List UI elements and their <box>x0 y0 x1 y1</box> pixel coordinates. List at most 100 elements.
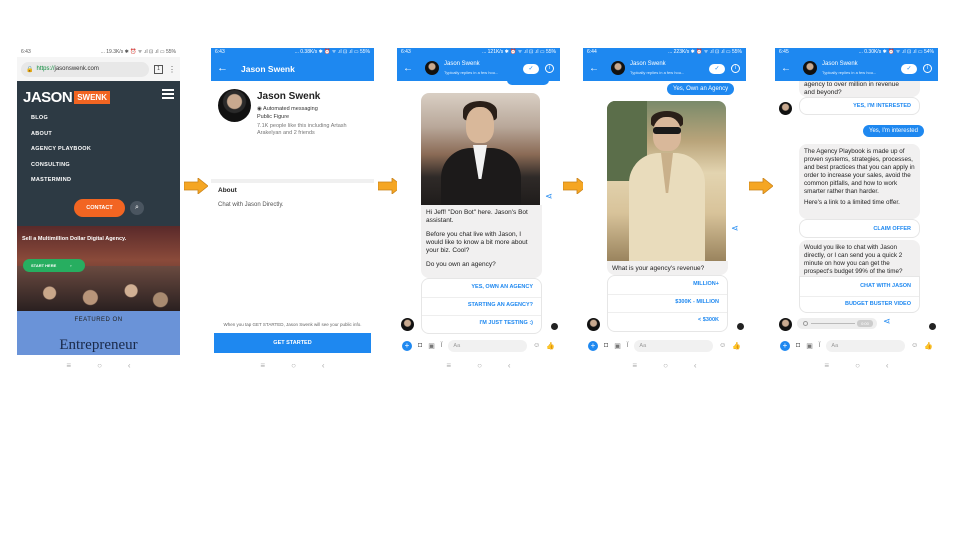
share-icon[interactable]: ⋖ <box>545 191 553 202</box>
recents-icon[interactable]: ≡ <box>824 361 829 370</box>
back-icon[interactable]: ‹ <box>886 361 889 370</box>
site-logo[interactable]: JASON SWENK <box>23 89 110 106</box>
status-time: 6:43 <box>401 49 411 55</box>
home-icon[interactable]: ○ <box>477 361 482 370</box>
hamburger-menu-icon[interactable] <box>162 89 174 99</box>
home-icon[interactable]: ○ <box>291 361 296 370</box>
share-icon[interactable]: ⋖ <box>883 316 891 327</box>
option-300k-million[interactable]: $300K - MILLION <box>675 299 719 305</box>
back-arrow-icon[interactable]: ← <box>781 63 791 74</box>
tab-switcher-button[interactable]: 1 <box>154 64 163 74</box>
start-here-button[interactable]: START HERE › <box>23 259 85 272</box>
image-icon[interactable]: ▣ <box>806 342 813 350</box>
plus-icon[interactable]: + <box>588 340 598 351</box>
thumbs-up-icon[interactable]: 👍 <box>732 342 741 350</box>
message-input[interactable]: Aa <box>448 339 528 352</box>
bot-message-line-1: Hi Jeff! "Don Bot" here. Jason's Bot ass… <box>426 209 528 224</box>
emoji-icon[interactable]: ☺ <box>719 342 726 349</box>
message-input[interactable]: Aa <box>634 339 714 352</box>
status-icons: ... 0.38K/s ✱ ⏰ ᯤ .ıl ⊡ .ıl ▭ 55% <box>294 49 370 55</box>
audio-player[interactable]: 0:00 <box>797 318 877 329</box>
thumbs-up-icon[interactable]: 👍 <box>546 342 555 350</box>
playbook-text: The Agency Playbook is made up of proven… <box>804 148 915 195</box>
plus-icon[interactable]: + <box>402 340 412 351</box>
chat-header: 6:43 ... 121K/s ✱ ⏰ ᯤ .ıl ⊡ .ıl ▭ 55% ← … <box>397 48 560 81</box>
play-icon[interactable] <box>803 321 808 326</box>
status-icons: ... 19.3K/s ✱ ⏰ ᯤ .ıl ⊡ .ıl ▭ 55% <box>100 49 176 55</box>
back-icon[interactable]: ‹ <box>508 361 511 370</box>
back-arrow-icon[interactable]: ← <box>217 62 228 74</box>
avatar <box>425 61 439 75</box>
back-arrow-icon[interactable]: ← <box>403 63 413 74</box>
checkmark-icon[interactable]: ✓ <box>901 64 917 74</box>
thumbs-up-icon[interactable]: 👍 <box>924 342 933 350</box>
avatar <box>803 61 817 75</box>
home-icon[interactable]: ○ <box>97 361 102 370</box>
nav-item-about[interactable]: ABOUT <box>31 131 91 147</box>
info-icon[interactable]: i <box>731 64 740 73</box>
back-icon[interactable]: ‹ <box>322 361 325 370</box>
nav-item-mastermind[interactable]: MASTERMIND <box>31 177 91 193</box>
audio-progress[interactable] <box>811 323 855 324</box>
recents-icon[interactable]: ≡ <box>260 361 265 370</box>
search-icon[interactable]: ⌕ <box>130 201 144 215</box>
get-started-button[interactable]: GET STARTED <box>214 333 371 353</box>
address-field[interactable]: 🔒 https://jasonswenk.com <box>21 61 149 77</box>
nav-item-agency-playbook[interactable]: AGENCY PLAYBOOK <box>31 146 91 162</box>
mic-icon[interactable]: ǐ <box>819 342 821 349</box>
info-icon[interactable]: i <box>545 64 554 73</box>
emoji-icon[interactable]: ☺ <box>911 342 918 349</box>
seen-indicator <box>929 323 936 330</box>
claim-offer-button[interactable]: CLAIM OFFER <box>873 226 911 232</box>
option-yes-interested[interactable]: YES, I'M INTERESTED <box>853 103 911 109</box>
image-icon[interactable]: ▣ <box>614 342 621 350</box>
recents-icon[interactable]: ≡ <box>632 361 637 370</box>
home-icon[interactable]: ○ <box>663 361 668 370</box>
user-reply-bubble: Yes, I'm interested <box>863 125 924 137</box>
chat-contact-subtitle: Typically replies in a few hou... <box>444 70 499 75</box>
mic-icon[interactable]: ǐ <box>441 342 443 349</box>
site-nav-menu: BLOG ABOUT AGENCY PLAYBOOK CONSULTING MA… <box>31 115 91 193</box>
camera-icon[interactable]: ◘ <box>418 342 422 349</box>
bot-message-line-2: Before you chat live with Jason, I would… <box>426 231 528 254</box>
chat-contact-subtitle: Typically replies in a few hou... <box>630 70 685 75</box>
option-starting-agency[interactable]: STARTING AN AGENCY? <box>468 302 533 308</box>
website-content: JASON SWENK BLOG ABOUT AGENCY PLAYBOOK C… <box>17 81 180 356</box>
back-icon[interactable]: ‹ <box>128 361 131 370</box>
home-icon[interactable]: ○ <box>855 361 860 370</box>
checkmark-icon[interactable]: ✓ <box>709 64 725 74</box>
option-chat-with-jason[interactable]: CHAT WITH JASON <box>860 283 911 289</box>
mic-icon[interactable]: ǐ <box>627 342 629 349</box>
camera-icon[interactable]: ◘ <box>604 342 608 349</box>
back-icon[interactable]: ‹ <box>694 361 697 370</box>
android-nav-bar: ≡ ○ ‹ <box>17 355 180 375</box>
overflow-menu-icon[interactable]: ⋮ <box>168 65 176 74</box>
info-icon[interactable]: i <box>923 64 932 73</box>
recents-icon[interactable]: ≡ <box>446 361 451 370</box>
emoji-icon[interactable]: ☺ <box>533 342 540 349</box>
status-time: 6:43 <box>21 49 31 55</box>
camera-icon[interactable]: ◘ <box>796 342 800 349</box>
bot-message: Hi Jeff! "Don Bot" here. Jason's Bot ass… <box>421 205 542 278</box>
back-arrow-icon[interactable]: ← <box>589 63 599 74</box>
contact-button[interactable]: CONTACT <box>74 199 125 217</box>
option-under-300k[interactable]: < $300K <box>698 317 719 323</box>
phone-chat-revenue: 6:44 ... 223K/s ✱ ⏰ ᯤ .ıl ⊡ .ıl ▭ 55% ← … <box>583 48 746 375</box>
quick-reply-card: YES, I'M INTERESTED <box>799 97 920 115</box>
phone-website: 6:43 ... 19.3K/s ✱ ⏰ ᯤ .ıl ⊡ .ıl ▭ 55% 🔒… <box>17 48 180 375</box>
option-budget-buster-video[interactable]: BUDGET BUSTER VIDEO <box>845 301 911 307</box>
share-icon[interactable]: ⋖ <box>731 223 739 234</box>
option-just-testing[interactable]: I'M JUST TESTING :) <box>479 320 533 326</box>
option-million-plus[interactable]: MILLION+ <box>693 281 719 287</box>
plus-icon[interactable]: + <box>780 340 790 351</box>
nav-item-consulting[interactable]: CONSULTING <box>31 162 91 178</box>
image-icon[interactable]: ▣ <box>428 342 435 350</box>
nav-item-blog[interactable]: BLOG <box>31 115 91 131</box>
logo-swenk: SWENK <box>74 91 110 104</box>
status-bar: 6:43 ... 121K/s ✱ ⏰ ᯤ .ıl ⊡ .ıl ▭ 55% <box>397 48 560 57</box>
checkmark-icon[interactable]: ✓ <box>523 64 539 74</box>
option-yes-own-agency[interactable]: YES, OWN AN AGENCY <box>471 284 533 290</box>
recents-icon[interactable]: ≡ <box>66 361 71 370</box>
bot-call-message: Would you like to chat with Jason direct… <box>799 240 920 276</box>
message-input[interactable]: Aa <box>826 339 906 352</box>
